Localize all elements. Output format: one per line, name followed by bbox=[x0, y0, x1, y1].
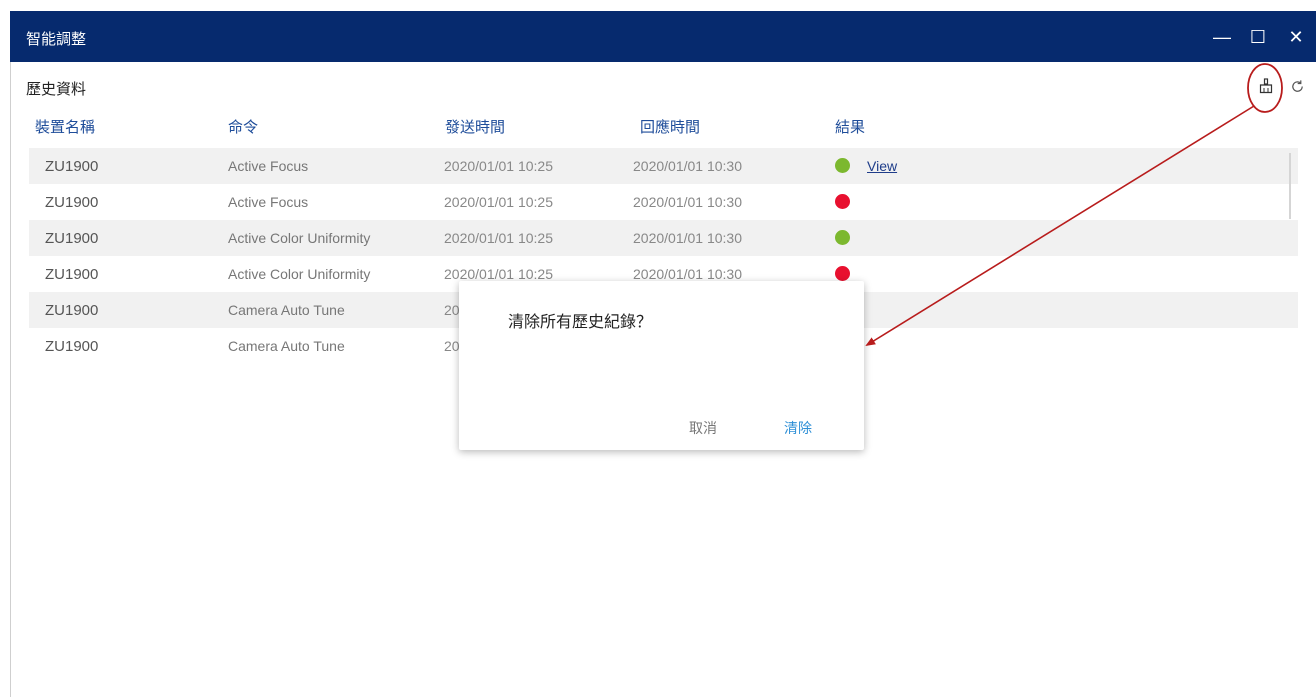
cell-command: Active Color Uniformity bbox=[228, 266, 371, 282]
cell-response-time: 2020/01/01 10:30 bbox=[633, 194, 742, 210]
refresh-icon bbox=[1291, 79, 1303, 92]
confirm-clear-button[interactable]: 清除 bbox=[784, 418, 812, 438]
cell-command: Active Color Uniformity bbox=[228, 230, 371, 246]
close-icon: ✕ bbox=[1288, 26, 1304, 47]
cell-device: ZU1900 bbox=[45, 338, 99, 355]
window-left-border bbox=[10, 62, 11, 697]
cell-send-time: 2020/01/01 10:25 bbox=[444, 266, 553, 282]
cell-send-time: 2020/01/01 10:25 bbox=[444, 158, 553, 174]
cell-device: ZU1900 bbox=[45, 158, 99, 175]
header-result: 結果 bbox=[835, 119, 866, 136]
cell-send-time: 20 bbox=[444, 302, 460, 318]
cell-response-time: 2020/01/01 10:30 bbox=[633, 266, 742, 282]
cell-device: ZU1900 bbox=[45, 302, 99, 319]
clear-history-button[interactable] bbox=[1256, 76, 1276, 96]
status-fail-icon bbox=[835, 266, 850, 281]
cell-response-time: 2020/01/01 10:30 bbox=[633, 158, 742, 174]
cell-command: Camera Auto Tune bbox=[228, 302, 345, 318]
header-device-name: 裝置名稱 bbox=[35, 119, 96, 136]
cell-device: ZU1900 bbox=[45, 230, 99, 247]
table-scrollbar[interactable] bbox=[1289, 153, 1291, 219]
table-row[interactable]: ZU1900 Active Focus 2020/01/01 10:25 202… bbox=[29, 148, 1298, 184]
dialog-message: 清除所有歷史紀錄？ bbox=[508, 314, 653, 331]
header-send-time: 發送時間 bbox=[445, 119, 506, 136]
cell-device: ZU1900 bbox=[45, 194, 99, 211]
view-link[interactable]: View bbox=[867, 158, 897, 174]
minimize-icon: — bbox=[1213, 26, 1231, 47]
header-command: 命令 bbox=[228, 119, 259, 136]
cell-send-time: 2020/01/01 10:25 bbox=[444, 230, 553, 246]
top-strip bbox=[0, 0, 1316, 11]
refresh-button[interactable] bbox=[1287, 76, 1307, 96]
maximize-button[interactable]: ☐ bbox=[1245, 24, 1271, 50]
maximize-icon: ☐ bbox=[1249, 26, 1267, 47]
cell-command: Active Focus bbox=[228, 194, 309, 210]
status-success-icon bbox=[835, 230, 850, 245]
clear-broom-icon bbox=[1259, 78, 1273, 94]
cell-send-time: 20 bbox=[444, 338, 460, 354]
table-row[interactable]: ZU1900 Active Focus 2020/01/01 10:25 202… bbox=[29, 184, 1298, 220]
header-response-time: 回應時間 bbox=[640, 119, 701, 136]
table-row[interactable]: ZU1900 Active Color Uniformity 2020/01/0… bbox=[29, 220, 1298, 256]
cell-command: Camera Auto Tune bbox=[228, 338, 345, 354]
section-title: 歷史資料 bbox=[26, 81, 87, 98]
window-title: 智能調整 bbox=[26, 31, 87, 48]
cell-command: Active Focus bbox=[228, 158, 309, 174]
cancel-button[interactable]: 取消 bbox=[689, 418, 717, 438]
cell-device: ZU1900 bbox=[45, 266, 99, 283]
status-success-icon bbox=[835, 158, 850, 173]
title-bar: 智能調整 — ☐ ✕ bbox=[10, 11, 1316, 62]
minimize-button[interactable]: — bbox=[1209, 24, 1235, 50]
confirm-clear-dialog: 清除所有歷史紀錄？ 取消 清除 bbox=[459, 281, 864, 450]
close-button[interactable]: ✕ bbox=[1283, 24, 1309, 50]
cell-send-time: 2020/01/01 10:25 bbox=[444, 194, 553, 210]
cell-response-time: 2020/01/01 10:30 bbox=[633, 230, 742, 246]
status-fail-icon bbox=[835, 194, 850, 209]
